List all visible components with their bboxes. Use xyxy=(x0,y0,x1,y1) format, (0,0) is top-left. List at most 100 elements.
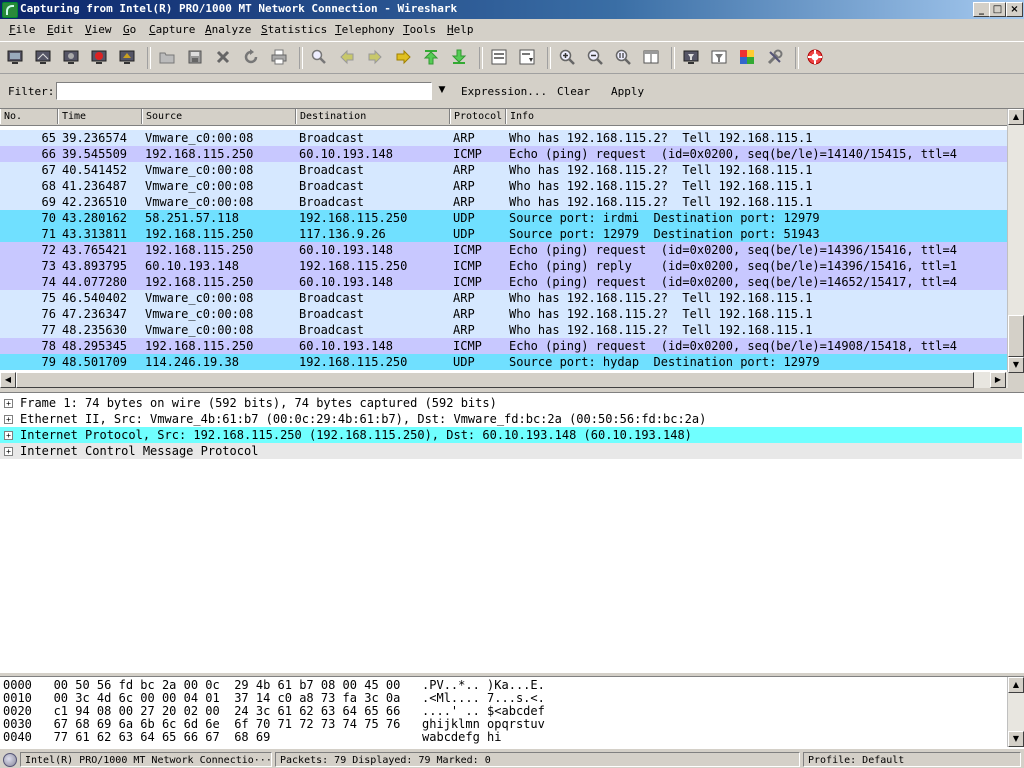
menu-go[interactable]: Go xyxy=(123,23,136,36)
detail-ethernet[interactable]: + Ethernet II, Src: Vmware_4b:61:b7 (00:… xyxy=(0,411,1022,427)
filter-dropdown-icon[interactable]: ▼ xyxy=(436,84,448,96)
go-back-icon[interactable] xyxy=(338,48,356,66)
column-header-time[interactable]: Time xyxy=(58,109,142,124)
maximize-button[interactable]: □ xyxy=(989,2,1006,17)
menu-edit[interactable]: Edit xyxy=(47,23,74,36)
packet-row[interactable]: 78 48.295345 192.168.115.250 60.10.193.148 I… xyxy=(0,338,1008,354)
status-packets: Packets: 79 Displayed: 79 Marked: 0 xyxy=(275,752,800,767)
help-icon[interactable] xyxy=(806,48,824,66)
bytes-vscrollbar[interactable]: ▲ ▼ xyxy=(1007,677,1024,747)
scroll-left-button[interactable]: ◀ xyxy=(0,372,16,388)
resize-columns-icon[interactable] xyxy=(642,48,660,66)
packet-row[interactable]: 79 48.501709 114.246.19.38 192.168.115.250 U… xyxy=(0,354,1008,370)
scroll-thumb[interactable] xyxy=(1008,315,1024,357)
scroll-up-button[interactable]: ▲ xyxy=(1008,677,1024,693)
normal-size-icon[interactable] xyxy=(614,48,632,66)
restart-icon[interactable] xyxy=(118,48,136,66)
packet-row[interactable]: 66 39.545509 192.168.115.250 60.10.193.148 I… xyxy=(0,146,1008,162)
display-filters-icon[interactable] xyxy=(710,48,728,66)
print-icon[interactable] xyxy=(270,48,288,66)
menu-file[interactable]: File xyxy=(9,23,36,36)
start-icon[interactable] xyxy=(62,48,80,66)
capture-filters-icon[interactable] xyxy=(682,48,700,66)
hscroll-thumb[interactable] xyxy=(16,372,974,388)
expand-icon[interactable]: + xyxy=(4,399,13,408)
zoom-in-icon[interactable] xyxy=(558,48,576,66)
autoscroll-icon[interactable] xyxy=(518,48,536,66)
clear-button[interactable]: Clear xyxy=(557,85,590,98)
filter-input[interactable] xyxy=(56,82,432,100)
scroll-down-button[interactable]: ▼ xyxy=(1008,357,1024,373)
scroll-up-button[interactable]: ▲ xyxy=(1008,109,1024,125)
preferences-icon[interactable] xyxy=(766,48,784,66)
capture-status-icon[interactable] xyxy=(3,753,17,767)
packet-cell-dst: Broadcast xyxy=(299,195,365,209)
zoom-out-icon[interactable] xyxy=(586,48,604,66)
go-forward-icon[interactable] xyxy=(366,48,384,66)
column-header-destination[interactable]: Destination xyxy=(296,109,450,124)
title-bar: Capturing from Intel(R) PRO/1000 MT Netw… xyxy=(0,0,1024,19)
packet-row[interactable]: 75 46.540402 Vmware_c0:00:08 Broadcast ARP Wh… xyxy=(0,290,1008,306)
packet-row[interactable]: 76 47.236347 Vmware_c0:00:08 Broadcast ARP Wh… xyxy=(0,306,1008,322)
toolbar-separator xyxy=(795,47,799,69)
packet-list-vscrollbar[interactable]: ▲ ▼ xyxy=(1007,109,1024,373)
packet-row[interactable]: 65 39.236574 Vmware_c0:00:08 Broadcast ARP Wh… xyxy=(0,130,1008,146)
menu-analyze[interactable]: Analyze xyxy=(205,23,251,36)
menu-statistics[interactable]: Statistics xyxy=(261,23,327,36)
coloring-rules-icon[interactable] xyxy=(738,48,756,66)
menu-telephony[interactable]: Telephony xyxy=(335,23,395,36)
options-icon[interactable] xyxy=(34,48,52,66)
packet-row[interactable]: 77 48.235630 Vmware_c0:00:08 Broadcast ARP Wh… xyxy=(0,322,1008,338)
minimize-button[interactable]: _ xyxy=(973,2,990,17)
packet-row[interactable]: 71 43.313811 192.168.115.250 117.136.9.26 UD… xyxy=(0,226,1008,242)
detail-icmp[interactable]: + Internet Control Message Protocol xyxy=(0,443,1022,459)
scroll-right-button[interactable]: ▶ xyxy=(990,372,1006,388)
packet-row[interactable]: 68 41.236487 Vmware_c0:00:08 Broadcast ARP Wh… xyxy=(0,178,1008,194)
apply-button[interactable]: Apply xyxy=(611,85,644,98)
status-interface: Intel(R) PRO/1000 MT Network Connectio··… xyxy=(20,752,272,767)
find-icon[interactable] xyxy=(310,48,328,66)
open-icon[interactable] xyxy=(158,48,176,66)
packet-cell-src: 58.251.57.118 xyxy=(145,211,239,225)
interfaces-icon[interactable] xyxy=(6,48,24,66)
stop-icon[interactable] xyxy=(90,48,108,66)
menu-help[interactable]: Help xyxy=(447,23,474,36)
column-header-protocol[interactable]: Protocol xyxy=(450,109,506,124)
packet-row[interactable]: 72 43.765421 192.168.115.250 60.10.193.148 I… xyxy=(0,242,1008,258)
column-header-no[interactable]: No. xyxy=(0,109,58,124)
reload-icon[interactable] xyxy=(242,48,260,66)
packet-row[interactable]: 67 40.541452 Vmware_c0:00:08 Broadcast ARP Wh… xyxy=(0,162,1008,178)
packet-cell-proto: UDP xyxy=(453,227,475,241)
menu-view[interactable]: View xyxy=(85,23,112,36)
packet-cell-time: 42.236510 xyxy=(62,195,128,209)
close-window-button[interactable]: × xyxy=(1006,2,1023,17)
detail-ip[interactable]: + Internet Protocol, Src: 192.168.115.25… xyxy=(0,427,1022,443)
colorize-icon[interactable] xyxy=(490,48,508,66)
first-packet-icon[interactable] xyxy=(422,48,440,66)
column-header-source[interactable]: Source xyxy=(142,109,296,124)
packet-row[interactable]: 69 42.236510 Vmware_c0:00:08 Broadcast ARP Wh… xyxy=(0,194,1008,210)
menu-capture[interactable]: Capture xyxy=(149,23,195,36)
expand-icon[interactable]: + xyxy=(4,415,13,424)
save-icon[interactable] xyxy=(186,48,204,66)
close-icon[interactable] xyxy=(214,48,232,66)
detail-frame[interactable]: + Frame 1: 74 bytes on wire (592 bits), … xyxy=(0,395,1022,411)
packet-row[interactable]: 74 44.077280 192.168.115.250 60.10.193.148 I… xyxy=(0,274,1008,290)
detail-text: Internet Control Message Protocol xyxy=(20,444,259,458)
packet-cell-dst: 192.168.115.250 xyxy=(299,211,408,225)
menu-tools[interactable]: Tools xyxy=(403,23,436,36)
status-profile[interactable]: Profile: Default xyxy=(803,752,1021,767)
expand-icon[interactable]: + xyxy=(4,447,13,456)
scroll-down-button[interactable]: ▼ xyxy=(1008,731,1024,747)
column-header-info[interactable]: Info xyxy=(506,109,1008,124)
expand-icon[interactable]: + xyxy=(4,431,13,440)
packet-cell-src: 192.168.115.250 xyxy=(145,275,254,289)
packet-cell-src: 114.246.19.38 xyxy=(145,355,239,369)
expression-button[interactable]: Expression... xyxy=(461,85,547,98)
packet-row[interactable]: 70 43.280162 58.251.57.118 192.168.115.250 U… xyxy=(0,210,1008,226)
packet-cell-info: Who has 192.168.115.2? Tell 192.168.115.… xyxy=(509,179,813,193)
last-packet-icon[interactable] xyxy=(450,48,468,66)
packet-list-hscrollbar[interactable]: ◀ ▶ xyxy=(0,372,1008,388)
go-to-icon[interactable] xyxy=(394,48,412,66)
packet-row[interactable]: 73 43.893795 60.10.193.148 192.168.115.250 I… xyxy=(0,258,1008,274)
